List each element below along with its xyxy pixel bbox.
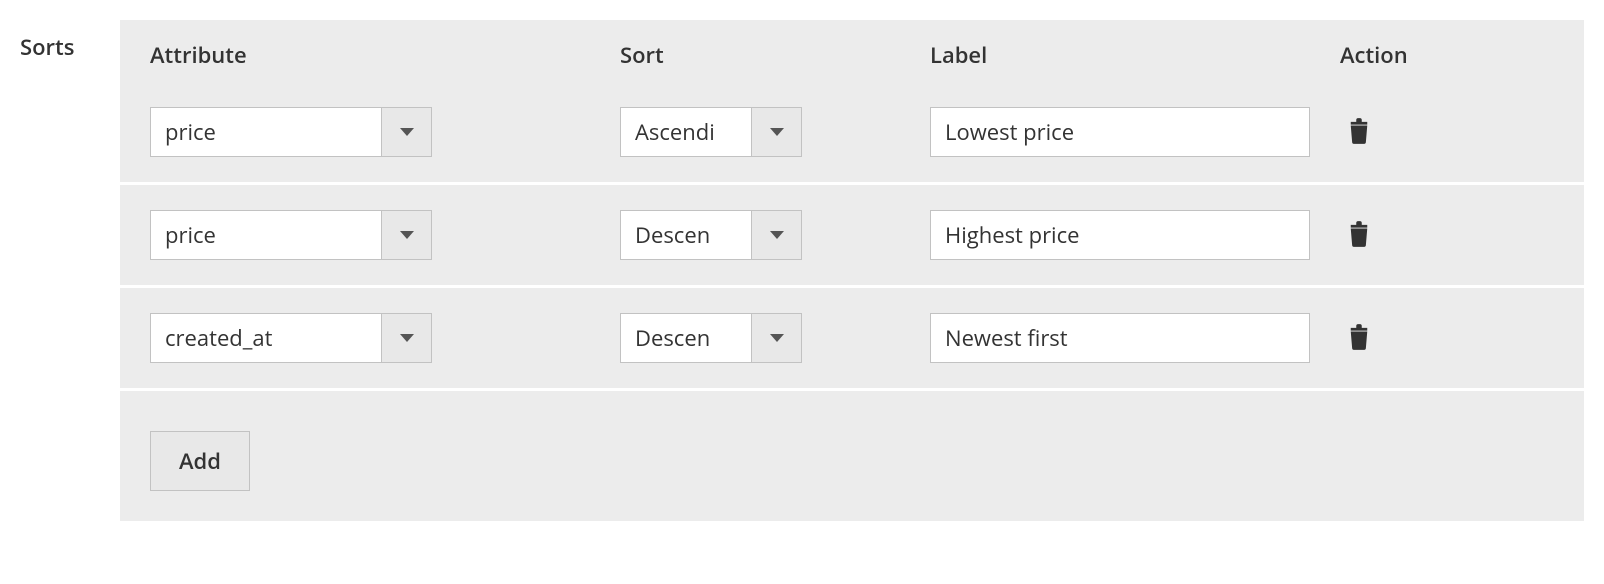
sort-input[interactable] xyxy=(621,314,751,362)
sort-input[interactable] xyxy=(621,211,751,259)
attribute-combobox xyxy=(150,107,432,157)
header-attribute: Attribute xyxy=(150,40,620,70)
attribute-input[interactable] xyxy=(151,108,381,156)
delete-button[interactable] xyxy=(1344,320,1374,357)
sort-row xyxy=(120,185,1584,288)
chevron-down-icon xyxy=(400,334,414,342)
header-label: Label xyxy=(930,40,1340,70)
chevron-down-icon xyxy=(770,334,784,342)
chevron-down-icon xyxy=(400,231,414,239)
label-input[interactable] xyxy=(930,313,1310,363)
delete-button[interactable] xyxy=(1344,114,1374,151)
attribute-dropdown-button[interactable] xyxy=(381,108,431,156)
attribute-combobox xyxy=(150,313,432,363)
section-label: Sorts xyxy=(20,20,80,62)
sorts-panel: Attribute Sort Label Action xyxy=(120,20,1584,521)
label-input[interactable] xyxy=(930,107,1310,157)
sort-combobox xyxy=(620,107,802,157)
sort-row xyxy=(120,288,1584,391)
chevron-down-icon xyxy=(770,128,784,136)
sort-dropdown-button[interactable] xyxy=(751,211,801,259)
attribute-input[interactable] xyxy=(151,314,381,362)
sort-input[interactable] xyxy=(621,108,751,156)
attribute-dropdown-button[interactable] xyxy=(381,314,431,362)
attribute-combobox xyxy=(150,210,432,260)
delete-button[interactable] xyxy=(1344,217,1374,254)
chevron-down-icon xyxy=(770,231,784,239)
footer-row: Add xyxy=(120,391,1584,521)
sort-row xyxy=(120,82,1584,185)
trash-icon xyxy=(1348,338,1370,353)
sort-combobox xyxy=(620,313,802,363)
sort-dropdown-button[interactable] xyxy=(751,314,801,362)
header-sort: Sort xyxy=(620,40,930,70)
header-action: Action xyxy=(1340,40,1554,70)
add-button[interactable]: Add xyxy=(150,431,250,491)
attribute-input[interactable] xyxy=(151,211,381,259)
label-input[interactable] xyxy=(930,210,1310,260)
trash-icon xyxy=(1348,235,1370,250)
attribute-dropdown-button[interactable] xyxy=(381,211,431,259)
header-row: Attribute Sort Label Action xyxy=(120,20,1584,82)
chevron-down-icon xyxy=(400,128,414,136)
sort-dropdown-button[interactable] xyxy=(751,108,801,156)
trash-icon xyxy=(1348,132,1370,147)
sort-combobox xyxy=(620,210,802,260)
